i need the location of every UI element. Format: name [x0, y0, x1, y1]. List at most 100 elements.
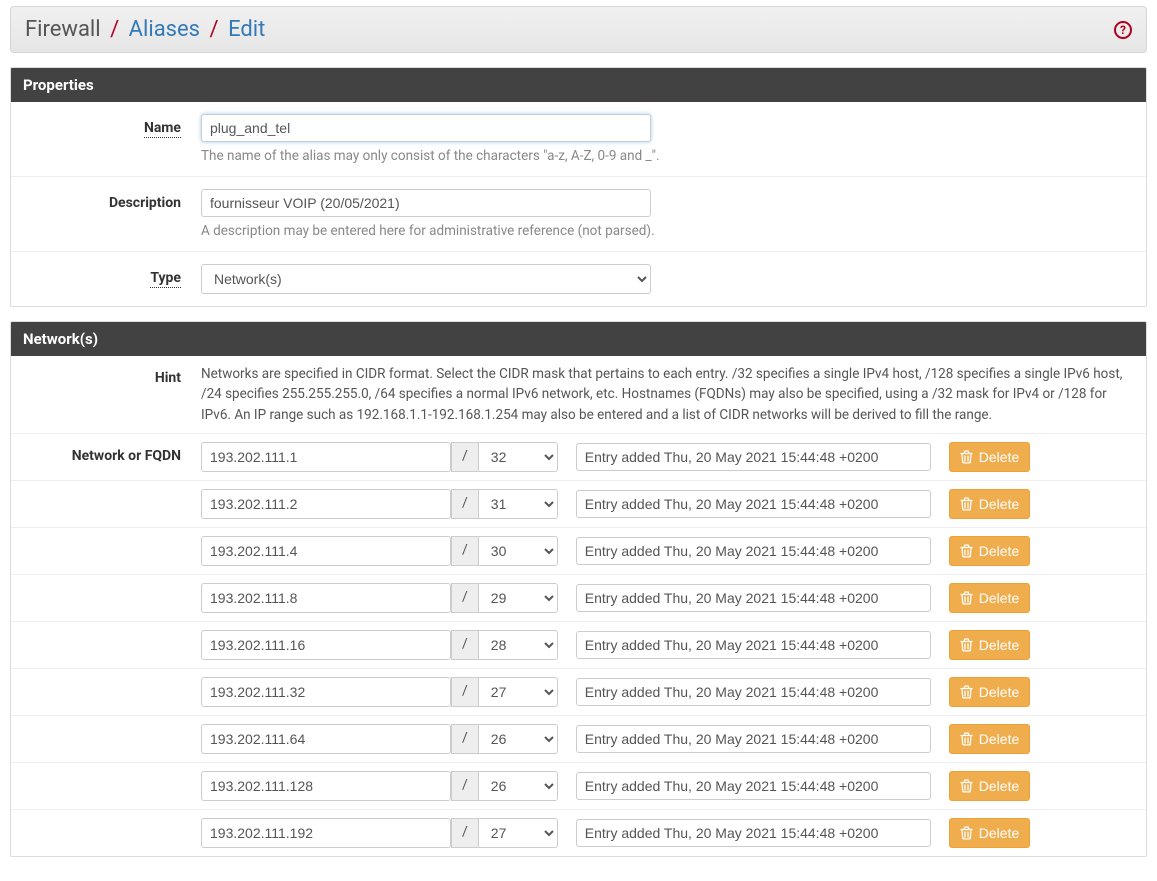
network-ip-input[interactable]: [201, 489, 451, 519]
cidr-select[interactable]: 26: [478, 771, 558, 801]
delete-button[interactable]: Delete: [949, 489, 1030, 519]
network-entry-row: /26 Delete: [11, 763, 1146, 810]
network-entry-row: /29 Delete: [11, 575, 1146, 622]
entry-description-input[interactable]: [576, 772, 931, 800]
trash-icon: [960, 591, 973, 605]
cidr-slash: /: [451, 818, 478, 848]
properties-panel: Properties Name The name of the alias ma…: [10, 67, 1147, 307]
networks-panel: Network(s) Hint Networks are specified i…: [10, 321, 1147, 857]
delete-button[interactable]: Delete: [949, 677, 1030, 707]
network-or-fqdn-label: [21, 677, 201, 707]
name-label: Name: [21, 114, 201, 164]
network-ip-input[interactable]: [201, 818, 451, 848]
page-header: Firewall / Aliases / Edit ?: [10, 6, 1147, 53]
network-or-fqdn-label: [21, 818, 201, 848]
networks-heading: Network(s): [11, 322, 1146, 356]
breadcrumb-sep: /: [210, 17, 219, 42]
network-or-fqdn-label: [21, 489, 201, 519]
delete-button[interactable]: Delete: [949, 442, 1030, 472]
cidr-slash: /: [451, 442, 478, 472]
entry-description-input[interactable]: [576, 584, 931, 612]
cidr-slash: /: [451, 724, 478, 754]
delete-label: Delete: [979, 637, 1019, 653]
trash-icon: [960, 497, 973, 511]
cidr-slash: /: [451, 489, 478, 519]
delete-button[interactable]: Delete: [949, 583, 1030, 613]
trash-icon: [960, 685, 973, 699]
description-help-text: A description may be entered here for ad…: [201, 223, 1136, 239]
cidr-slash: /: [451, 771, 478, 801]
network-entry-row: Network or FQDN /32 Delete: [11, 434, 1146, 481]
delete-label: Delete: [979, 778, 1019, 794]
entry-description-input[interactable]: [576, 537, 931, 565]
network-entry-row: /31 Delete: [11, 481, 1146, 528]
cidr-slash: /: [451, 583, 478, 613]
entry-description-input[interactable]: [576, 490, 931, 518]
delete-label: Delete: [979, 496, 1019, 512]
network-or-fqdn-label: [21, 583, 201, 613]
breadcrumb-root: Firewall: [25, 17, 101, 42]
cidr-select[interactable]: 28: [478, 630, 558, 660]
delete-button[interactable]: Delete: [949, 536, 1030, 566]
delete-label: Delete: [979, 825, 1019, 841]
hint-text: Networks are specified in CIDR format. S…: [201, 364, 1136, 425]
network-ip-input[interactable]: [201, 442, 451, 472]
network-entry-row: /27 Delete: [11, 810, 1146, 856]
delete-button[interactable]: Delete: [949, 771, 1030, 801]
network-or-fqdn-label: Network or FQDN: [21, 442, 201, 472]
name-help-text: The name of the alias may only consist o…: [201, 148, 1136, 164]
cidr-slash: /: [451, 630, 478, 660]
description-input[interactable]: [201, 189, 651, 217]
cidr-select[interactable]: 32: [478, 442, 558, 472]
properties-heading: Properties: [11, 68, 1146, 102]
description-label: Description: [21, 189, 201, 239]
network-ip-input[interactable]: [201, 536, 451, 566]
hint-label: Hint: [21, 364, 201, 425]
network-or-fqdn-label: [21, 724, 201, 754]
breadcrumb-sep: /: [110, 17, 119, 42]
delete-label: Delete: [979, 449, 1019, 465]
network-entry-row: /27Delete: [11, 669, 1146, 716]
network-ip-input[interactable]: [201, 677, 451, 707]
entry-description-input[interactable]: [576, 725, 931, 753]
name-input[interactable]: [201, 114, 651, 142]
network-entry-row: /26 Delete: [11, 716, 1146, 763]
network-ip-input[interactable]: [201, 724, 451, 754]
network-entry-row: /30 Delete: [11, 528, 1146, 575]
delete-label: Delete: [979, 684, 1019, 700]
type-label: Type: [21, 264, 201, 294]
delete-label: Delete: [979, 543, 1019, 559]
cidr-select[interactable]: 30: [478, 536, 558, 566]
network-or-fqdn-label: [21, 630, 201, 660]
help-icon[interactable]: ?: [1114, 21, 1132, 39]
cidr-select[interactable]: 31: [478, 489, 558, 519]
delete-label: Delete: [979, 731, 1019, 747]
cidr-select[interactable]: 29: [478, 583, 558, 613]
delete-button[interactable]: Delete: [949, 724, 1030, 754]
network-entry-row: /28 Delete: [11, 622, 1146, 669]
trash-icon: [960, 826, 973, 840]
cidr-select[interactable]: 26: [478, 724, 558, 754]
delete-button[interactable]: Delete: [949, 630, 1030, 660]
network-ip-input[interactable]: [201, 630, 451, 660]
breadcrumb-aliases-link[interactable]: Aliases: [129, 17, 200, 42]
trash-icon: [960, 450, 973, 464]
network-or-fqdn-label: [21, 536, 201, 566]
delete-button[interactable]: Delete: [949, 818, 1030, 848]
type-select[interactable]: Network(s): [201, 264, 651, 294]
network-or-fqdn-label: [21, 771, 201, 801]
network-ip-input[interactable]: [201, 583, 451, 613]
cidr-select[interactable]: 27: [478, 677, 558, 707]
breadcrumb-edit-link[interactable]: Edit: [228, 17, 265, 42]
network-ip-input[interactable]: [201, 771, 451, 801]
cidr-slash: /: [451, 536, 478, 566]
trash-icon: [960, 779, 973, 793]
breadcrumb: Firewall / Aliases / Edit: [25, 17, 265, 42]
trash-icon: [960, 638, 973, 652]
entry-description-input[interactable]: [576, 678, 931, 706]
entry-description-input[interactable]: [576, 631, 931, 659]
trash-icon: [960, 732, 973, 746]
entry-description-input[interactable]: [576, 819, 931, 847]
cidr-select[interactable]: 27: [478, 818, 558, 848]
entry-description-input[interactable]: [576, 443, 931, 471]
